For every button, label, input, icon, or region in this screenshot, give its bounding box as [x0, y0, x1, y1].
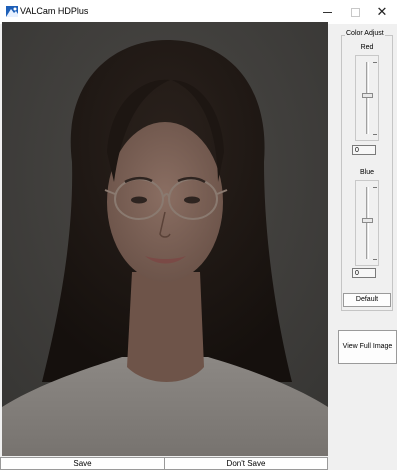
- default-button[interactable]: Default: [343, 293, 391, 307]
- maximize-icon: [350, 7, 360, 17]
- red-slider[interactable]: [355, 55, 379, 141]
- save-button[interactable]: Save: [0, 457, 165, 470]
- color-adjust-label: Color Adjust: [345, 29, 385, 39]
- dont-save-button[interactable]: Don't Save: [164, 457, 328, 470]
- blue-slider-tick-bottom: [373, 259, 377, 260]
- close-icon: ✕: [376, 4, 388, 19]
- red-label: Red: [360, 44, 374, 51]
- red-slider-tick-top: [373, 62, 377, 63]
- app-icon: [6, 6, 18, 17]
- blue-slider[interactable]: [355, 180, 379, 266]
- maximize-button[interactable]: [340, 0, 370, 24]
- red-value-field[interactable]: 0: [352, 145, 376, 155]
- minimize-icon: [322, 11, 332, 13]
- minimize-button[interactable]: [312, 0, 342, 24]
- blue-value-field[interactable]: 0: [352, 268, 376, 278]
- red-slider-tick-bottom: [373, 134, 377, 135]
- photo-preview: [2, 22, 328, 456]
- blue-label: Blue: [359, 169, 374, 176]
- view-full-image-button[interactable]: View Full Image: [338, 330, 397, 364]
- window-title: VALCam HDPlus: [20, 6, 89, 16]
- blue-slider-tick-top: [373, 187, 377, 188]
- close-button[interactable]: ✕: [367, 0, 397, 24]
- portrait-photo-image: [2, 22, 328, 456]
- title-bar: VALCam HDPlus ✕: [0, 0, 397, 24]
- red-slider-thumb[interactable]: [362, 93, 373, 99]
- blue-slider-thumb[interactable]: [362, 218, 373, 224]
